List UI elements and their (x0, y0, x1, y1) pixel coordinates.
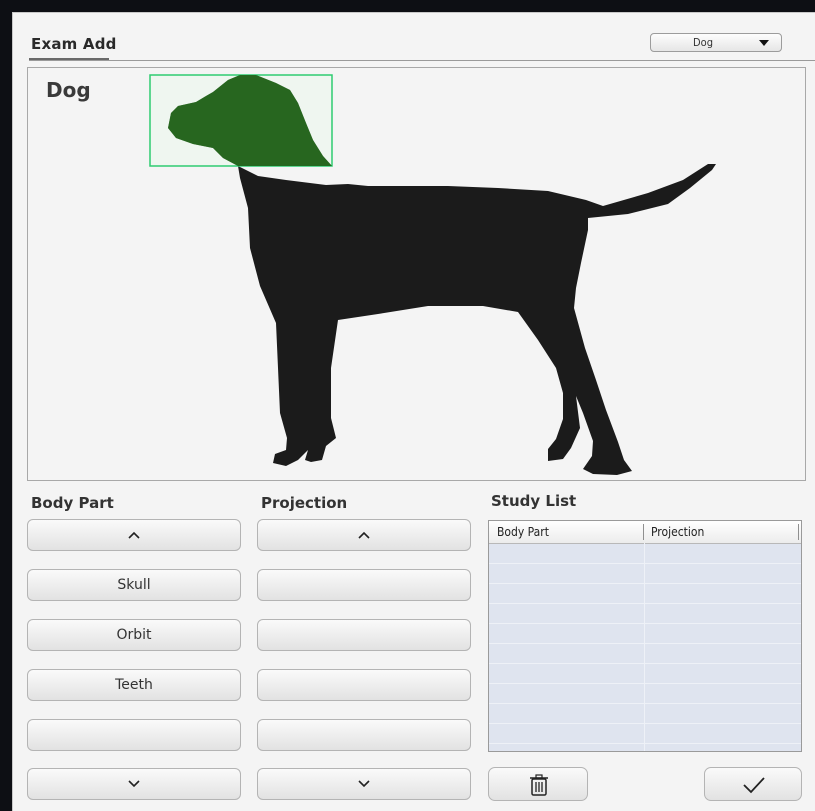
dog-silhouette-image[interactable] (28, 68, 807, 482)
grid-row-line (489, 723, 801, 724)
projection-item[interactable] (257, 719, 471, 751)
body-part-item-teeth[interactable]: Teeth (27, 669, 241, 701)
grid-row-line (489, 603, 801, 604)
grid-row-line (489, 583, 801, 584)
chevron-down-icon (128, 780, 140, 788)
body-part-item-skull[interactable]: Skull (27, 569, 241, 601)
chevron-up-icon (128, 531, 140, 539)
delete-button[interactable] (488, 767, 588, 801)
grid-row-line (489, 663, 801, 664)
exam-add-window: Exam Add Dog Dog Body Part Skull Orbit T… (12, 12, 815, 811)
column-separator (643, 524, 644, 540)
chevron-down-icon (358, 780, 370, 788)
grid-row-line (489, 643, 801, 644)
study-list-table[interactable]: Body Part Projection (488, 520, 802, 752)
projection-item[interactable] (257, 669, 471, 701)
projection-scroll-up-button[interactable] (257, 519, 471, 551)
anatomy-canvas[interactable]: Dog (27, 67, 806, 481)
body-part-item-empty[interactable] (27, 719, 241, 751)
projection-header: Projection (261, 494, 348, 512)
page-title: Exam Add (31, 35, 117, 53)
study-list-header: Study List (491, 492, 577, 510)
body-part-scroll-up-button[interactable] (27, 519, 241, 551)
title-divider (29, 60, 815, 61)
projection-scroll-down-button[interactable] (257, 768, 471, 800)
projection-item[interactable] (257, 619, 471, 651)
grid-row-line (489, 563, 801, 564)
trash-icon (530, 774, 548, 796)
grid-row-line (489, 743, 801, 744)
body-part-scroll-down-button[interactable] (27, 768, 241, 800)
body-part-item-orbit[interactable]: Orbit (27, 619, 241, 651)
column-header-body-part[interactable]: Body Part (497, 525, 549, 539)
body-part-header: Body Part (31, 494, 114, 512)
grid-row-line (489, 623, 801, 624)
confirm-button[interactable] (704, 767, 802, 801)
study-list-column-headers: Body Part Projection (489, 521, 801, 544)
dropdown-arrow-icon (759, 40, 769, 46)
grid-row-line (489, 703, 801, 704)
grid-row-line (489, 683, 801, 684)
species-select-value: Dog (693, 36, 713, 49)
column-header-projection[interactable]: Projection (651, 525, 704, 539)
column-separator (798, 524, 799, 540)
chevron-up-icon (358, 531, 370, 539)
projection-item[interactable] (257, 569, 471, 601)
species-select[interactable]: Dog (650, 33, 782, 52)
checkmark-icon (743, 777, 765, 794)
dog-body-region[interactable] (238, 164, 716, 475)
grid-column-line (644, 543, 645, 751)
